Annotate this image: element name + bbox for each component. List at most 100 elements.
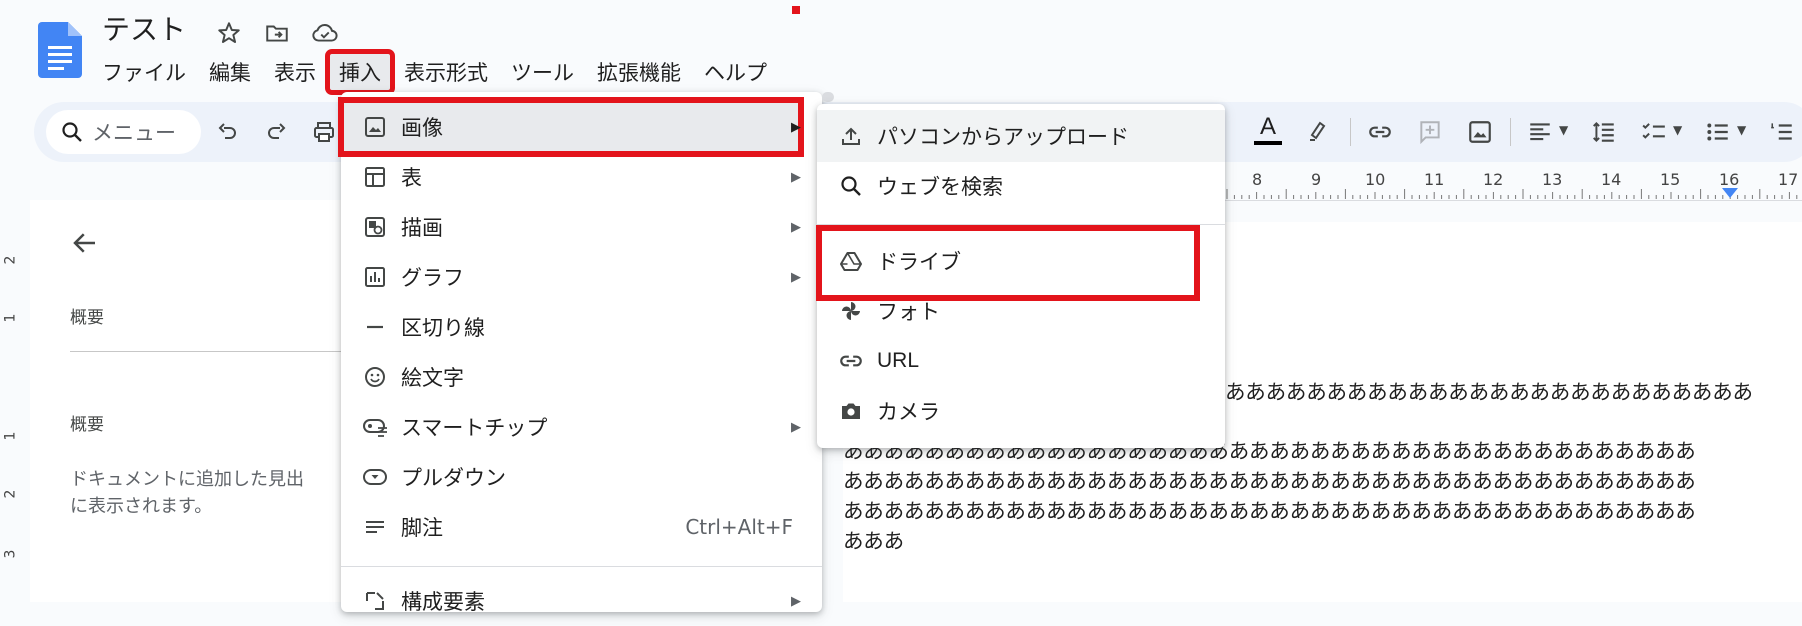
insert-menu-item-building-blocks[interactable]: 構成要素 ▶ [341,576,821,626]
checklist-dropdown-caret-icon[interactable]: ▼ [1673,123,1682,137]
document-title[interactable]: テスト [102,8,186,48]
image-submenu-item-label: パソコンからアップロード [877,125,1129,149]
submenu-arrow-icon: ▶ [791,219,801,235]
image-submenu-item-upload[interactable]: パソコンからアップロード [817,111,1225,161]
ruler-number: 17 [1778,170,1799,189]
insert-menu-item-footnote[interactable]: 脚注 Ctrl+Alt+F [341,502,821,552]
document-text-line[interactable]: あああ [843,524,904,554]
print-icon[interactable] [306,114,342,150]
menu-format[interactable]: 表示形式 [394,53,498,91]
insert-menu-item-table[interactable]: 表 ▶ [341,152,821,202]
align-dropdown-caret-icon[interactable]: ▼ [1559,123,1568,137]
insert-menu-item-emoji[interactable]: 絵文字 [341,352,821,402]
ruler-number: 15 [1660,170,1681,189]
vruler-number: 2 [2,489,19,499]
vertical-ruler[interactable]: 2 1 1 2 3 [0,200,28,602]
submenu-arrow-icon: ▶ [791,169,801,185]
image-submenu-item-photos[interactable]: フォト [817,286,1225,336]
ruler-number: 14 [1601,170,1622,189]
highlight-pen-icon[interactable] [1300,112,1336,148]
vruler-number: 1 [2,431,19,441]
insert-menu-item-label: 脚注 [401,516,443,540]
line-spacing-icon[interactable] [1586,114,1622,150]
ruler-number: 8 [1252,170,1263,189]
search-icon [60,120,84,144]
menu-view[interactable]: 表示 [264,53,326,91]
menu-insert[interactable]: 挿入 [325,49,395,95]
back-arrow-icon[interactable] [70,228,100,262]
building-blocks-icon [361,587,389,615]
image-submenu-divider [817,224,1225,225]
submenu-arrow-icon: ▶ [791,119,801,135]
ruler-number: 10 [1365,170,1386,189]
menu-search-label: メニュー [92,121,176,145]
image-submenu-item-camera[interactable]: カメラ [817,386,1225,436]
annotation-marker [792,6,800,14]
vruler-number: 3 [2,549,19,559]
insert-menu-item-drawing[interactable]: 描画 ▶ [341,202,821,252]
table-icon [361,163,389,191]
submenu-arrow-icon: ▶ [791,419,801,435]
image-submenu-item-url[interactable]: URL [817,336,1225,386]
insert-image-icon[interactable] [1462,114,1498,150]
insert-menu-item-label: 区切り線 [401,316,485,340]
outline-empty-line: ドキュメントに追加した見出 [70,469,304,490]
move-folder-icon[interactable] [262,18,292,48]
redo-icon[interactable] [258,114,294,150]
submenu-arrow-icon: ▶ [791,593,801,609]
menu-file[interactable]: ファイル [92,53,196,91]
menu-extensions[interactable]: 拡張機能 [587,53,691,91]
submenu-arrow-icon: ▶ [791,269,801,285]
insert-menu-item-label: グラフ [401,266,464,290]
ruler-number: 12 [1483,170,1504,189]
docs-logo-icon[interactable] [38,22,82,78]
image-submenu-item-label: ウェブを検索 [877,175,1003,199]
outline-summary-heading: 概要 [70,308,104,328]
image-submenu-item-search-web[interactable]: ウェブを検索 [817,161,1225,211]
document-text-line[interactable]: ああああああああああああああああああああああああああああああああああああああああ… [843,494,1696,524]
outline-divider [70,351,350,352]
insert-menu-item-dropdown[interactable]: プルダウン [341,452,821,502]
insert-menu-item-smart-chips[interactable]: スマートチップ ▶ [341,402,821,452]
photos-icon [837,297,865,325]
outline-empty-text: ドキュメントに追加した見出 に表示されます。 [70,466,350,520]
insert-menu-item-label: 画像 [401,116,443,140]
numbered-list-icon[interactable] [1764,114,1800,150]
bulleted-list-dropdown-caret-icon[interactable]: ▼ [1737,123,1746,137]
checklist-icon[interactable] [1636,114,1672,150]
image-icon [361,113,389,141]
image-submenu-item-label: URL [877,349,920,372]
chart-icon [361,263,389,291]
emoji-icon [361,363,389,391]
cloud-saved-icon[interactable] [310,18,340,48]
insert-menu-divider [341,566,822,567]
undo-icon[interactable] [210,114,246,150]
right-indent-marker[interactable] [1722,188,1738,198]
toolbar-separator [1350,118,1351,146]
menu-search-box[interactable]: メニュー [46,110,201,154]
link-icon [837,347,865,375]
menu-scrollbar[interactable] [822,92,834,102]
ruler-number: 11 [1424,170,1445,189]
horizontal-ruler[interactable]: 8 9 10 11 12 13 14 15 16 17 [1225,170,1802,201]
insert-menu-item-label: 描画 [401,216,443,240]
text-color-icon[interactable]: A [1250,112,1286,148]
align-left-icon[interactable] [1522,114,1558,150]
star-icon[interactable] [214,18,244,48]
insert-menu-item-chart[interactable]: グラフ ▶ [341,252,821,302]
document-text-line[interactable]: ああああああああああああああああああああああああああ [1225,375,1753,405]
bulleted-list-icon[interactable] [1700,114,1736,150]
menu-tools[interactable]: ツール [501,53,584,91]
camera-icon [837,397,865,425]
menu-help[interactable]: ヘルプ [694,53,777,91]
insert-menu-item-image[interactable]: 画像 ▶ [341,102,821,152]
text-color-glyph: A [1259,113,1276,140]
insert-menu-item-label: 表 [401,166,422,190]
menu-edit[interactable]: 編集 [199,53,261,91]
add-comment-icon[interactable] [1412,114,1448,150]
document-text-line[interactable]: ああああああああああああああああああああああああああああああああああああああああ… [843,464,1696,494]
insert-menu-item-horizontal-line[interactable]: 区切り線 [341,302,821,352]
link-icon[interactable] [1362,114,1398,150]
smart-chip-icon [361,413,389,441]
ruler-number: 16 [1719,170,1740,189]
